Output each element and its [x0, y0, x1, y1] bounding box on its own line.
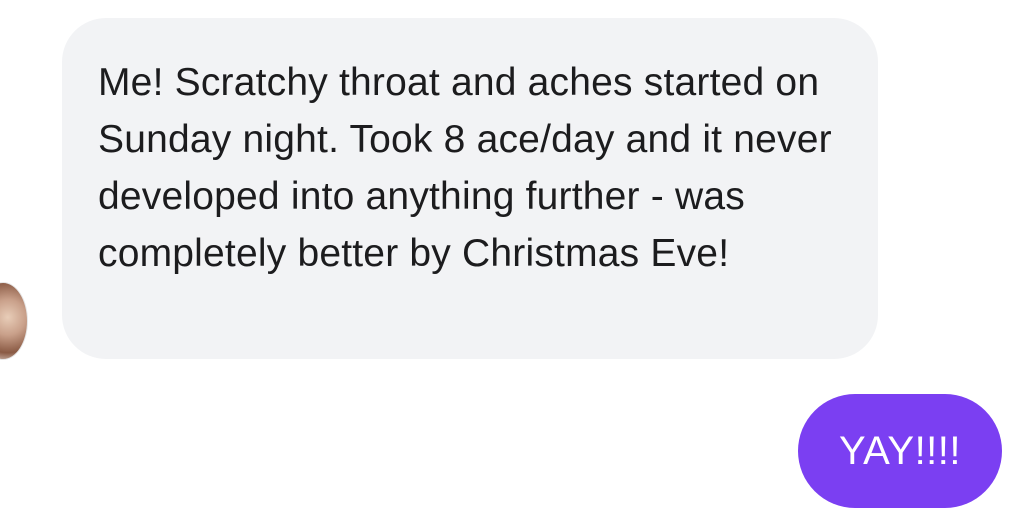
chat-thread: Me! Scratchy throat and aches started on…	[0, 0, 1024, 520]
incoming-message-text: Me! Scratchy throat and aches started on…	[98, 61, 832, 275]
contact-avatar[interactable]	[0, 282, 28, 360]
outgoing-message-text: YAY!!!!	[838, 428, 962, 473]
incoming-message-bubble[interactable]: Me! Scratchy throat and aches started on…	[62, 18, 878, 359]
outgoing-message-bubble[interactable]: YAY!!!!	[798, 394, 1002, 508]
